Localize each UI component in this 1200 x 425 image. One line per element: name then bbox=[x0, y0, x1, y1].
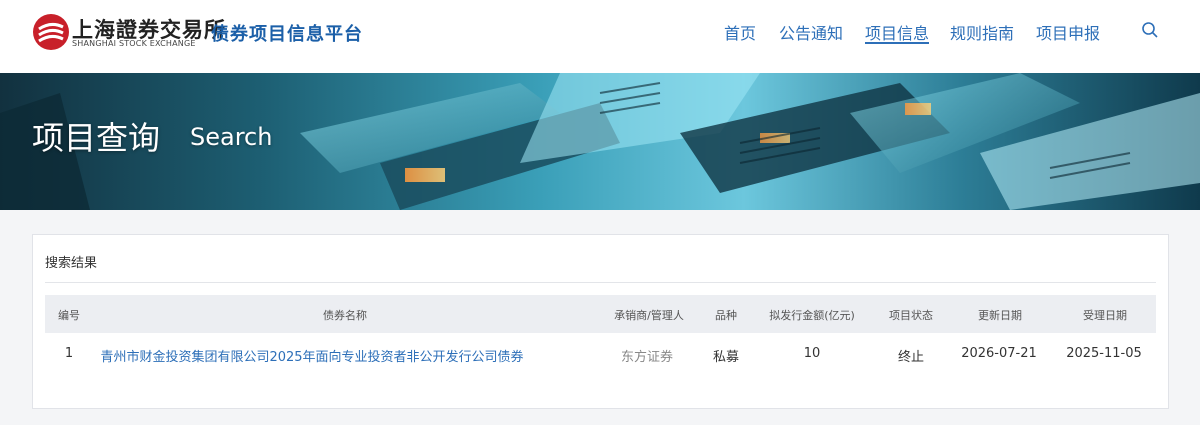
row-accepted-date: 2025-11-05 bbox=[1066, 346, 1142, 361]
column-header-status: 项目状态 bbox=[889, 309, 933, 322]
column-header-updated-date: 更新日期 bbox=[978, 309, 1022, 322]
search-results-panel: 搜索结果 编号 债券名称 承销商/管理人 品种 拟发行金额(亿元) 项目状态 更… bbox=[32, 234, 1169, 409]
column-header-index: 编号 bbox=[58, 309, 80, 322]
nav-home[interactable]: 首页 bbox=[724, 20, 756, 44]
nav-announcements[interactable]: 公告通知 bbox=[779, 20, 843, 44]
nav-project-info[interactable]: 项目信息 bbox=[865, 20, 930, 44]
row-amount: 10 bbox=[803, 346, 821, 361]
row-underwriter: 东方证券 bbox=[620, 350, 674, 365]
sse-logo-icon[interactable] bbox=[32, 13, 70, 51]
banner: 项目查询 Search bbox=[0, 73, 1200, 210]
nav-project-filing[interactable]: 项目申报 bbox=[1036, 20, 1100, 44]
row-status: 终止 bbox=[897, 350, 925, 365]
banner-subtitle: Search bbox=[190, 123, 273, 151]
row-updated-date: 2026-07-21 bbox=[961, 346, 1037, 361]
divider bbox=[45, 282, 1156, 283]
banner-background-graphic bbox=[0, 73, 1200, 210]
nav-rules-guide[interactable]: 规则指南 bbox=[950, 20, 1014, 44]
row-type: 私募 bbox=[712, 350, 740, 365]
row-index: 1 bbox=[64, 346, 74, 361]
search-icon[interactable] bbox=[1141, 21, 1159, 39]
column-header-bond-name: 债券名称 bbox=[323, 309, 367, 322]
top-header: 上海證券交易所 SHANGHAI STOCK EXCHANGE 债券项目信息平台… bbox=[0, 0, 1200, 73]
column-header-underwriter: 承销商/管理人 bbox=[614, 309, 684, 322]
table-header: 编号 债券名称 承销商/管理人 品种 拟发行金额(亿元) 项目状态 更新日期 受… bbox=[45, 295, 1156, 333]
column-header-type: 品种 bbox=[715, 309, 737, 322]
logo-text-en: SHANGHAI STOCK EXCHANGE bbox=[72, 39, 196, 48]
bond-name-link[interactable]: 青州市财金投资集团有限公司2025年面向专业投资者非公开发行公司债券 bbox=[100, 346, 523, 365]
platform-title: 债券项目信息平台 bbox=[211, 24, 363, 45]
results-heading: 搜索结果 bbox=[45, 256, 98, 271]
banner-title: 项目查询 bbox=[32, 119, 161, 157]
column-header-amount: 拟发行金额(亿元) bbox=[769, 309, 855, 322]
column-header-accepted-date: 受理日期 bbox=[1083, 309, 1127, 322]
